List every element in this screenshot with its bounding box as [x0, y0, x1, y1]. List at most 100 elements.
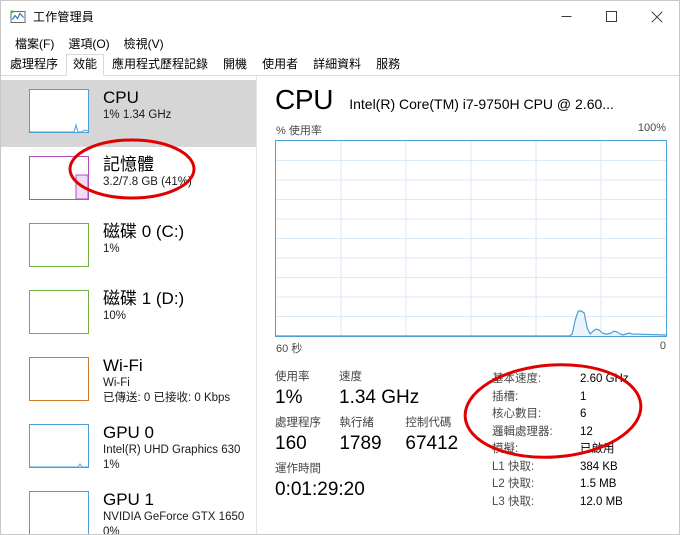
- sidebar-item-sub: 1%: [103, 243, 120, 255]
- stat-label: 速度: [339, 371, 362, 383]
- disk1-thumbnail: [29, 290, 89, 334]
- stat-value: 0:01:29:20: [275, 479, 365, 500]
- menu-item-options[interactable]: 選項(O): [62, 33, 117, 54]
- stats-row-1: 使用率 1% 速度 1.34 GHz: [275, 370, 480, 410]
- stat-value: 1789: [339, 433, 382, 454]
- maximize-button[interactable]: [589, 1, 634, 32]
- tab-app-history[interactable]: 應用程式歷程記錄: [105, 54, 215, 75]
- stat-utilization: 使用率 1%: [275, 370, 333, 410]
- sidebar-disk1-text: 磁碟 1 (D:) 10%: [103, 288, 184, 324]
- tab-bar: 處理程序 效能 應用程式歷程記錄 開機 使用者 詳細資料 服務: [1, 54, 679, 76]
- stats-row-3: 運作時間 0:01:29:20: [275, 462, 480, 502]
- spec-base-speed: 基本速度: 2.60 GHz: [492, 371, 667, 389]
- sidebar-item-memory[interactable]: 記憶體 3.2/7.8 GB (41%): [1, 147, 256, 214]
- graph-bottom-axis: 60 秒 0: [275, 340, 667, 356]
- window-title: 工作管理員: [33, 10, 95, 24]
- sidebar-item-label: GPU 0: [103, 423, 155, 442]
- graph-y-axis-max: 100%: [637, 122, 666, 134]
- spec-l3-cache: L3 快取: 12.0 MB: [492, 494, 667, 512]
- spec-value: 6: [580, 408, 587, 420]
- sidebar-item-label: 記憶體: [103, 155, 154, 174]
- sidebar-item-disk1[interactable]: 磁碟 1 (D:) 10%: [1, 281, 256, 348]
- graph-top-axis: % 使用率 100%: [275, 122, 667, 138]
- wifi-thumbnail: [29, 357, 89, 401]
- spec-key: 插槽:: [492, 390, 519, 403]
- spec-value: 2.60 GHz: [580, 373, 629, 385]
- stat-uptime: 運作時間 0:01:29:20: [275, 462, 365, 502]
- close-button[interactable]: [634, 1, 679, 32]
- spec-key: L2 快取:: [492, 478, 535, 490]
- menu-item-file[interactable]: 檔案(F): [9, 33, 62, 54]
- stats-area: 使用率 1% 速度 1.34 GHz 處理程序 160 執行緒 1789 控制代…: [275, 370, 667, 511]
- tab-processes[interactable]: 處理程序: [3, 54, 65, 75]
- sidebar-cpu-text: CPU 1% 1.34 GHz: [103, 87, 171, 123]
- menu-bar: 檔案(F) 選項(O) 檢視(V): [1, 32, 679, 54]
- cpu-spec-list: 基本速度: 2.60 GHz 插槽: 1 核心數目: 6 邏輯處理器: 12 模…: [480, 370, 667, 511]
- minimize-button[interactable]: [544, 1, 589, 32]
- resource-sidebar: CPU 1% 1.34 GHz 記憶體 3.2/7.8 GB (41%) 磁碟 …: [1, 76, 257, 534]
- cpu-usage-graph: [275, 140, 667, 337]
- tab-details[interactable]: 詳細資料: [306, 54, 368, 75]
- sidebar-item-gpu0[interactable]: GPU 0 Intel(R) UHD Graphics 630 1%: [1, 415, 256, 482]
- sidebar-gpu1-text: GPU 1 NVIDIA GeForce GTX 1650 0%: [103, 489, 244, 534]
- sidebar-item-sub: 1% 1.34 GHz: [103, 109, 172, 121]
- stat-label: 使用率: [275, 371, 310, 383]
- tab-users[interactable]: 使用者: [255, 54, 305, 75]
- tab-performance[interactable]: 效能: [66, 54, 105, 76]
- graph-x-axis-label: 60 秒: [276, 343, 303, 355]
- stat-label: 控制代碼: [405, 417, 452, 429]
- graph-y-axis-label: % 使用率: [276, 125, 322, 137]
- sidebar-disk0-text: 磁碟 0 (C:) 1%: [103, 221, 184, 257]
- tab-services[interactable]: 服務: [369, 54, 407, 75]
- stat-speed: 速度 1.34 GHz: [339, 370, 459, 410]
- stat-label: 執行緒: [339, 417, 374, 429]
- cpu-model-name: Intel(R) Core(TM) i7-9750H CPU @ 2.60...: [349, 96, 614, 112]
- stat-handles: 控制代碼 67412: [405, 416, 474, 456]
- menu-item-view[interactable]: 檢視(V): [118, 33, 172, 54]
- sidebar-item-sub2: 已傳送: 0 已接收: 0 Kbps: [103, 392, 231, 404]
- sidebar-item-sub: 3.2/7.8 GB (41%): [103, 176, 192, 188]
- sidebar-item-disk0[interactable]: 磁碟 0 (C:) 1%: [1, 214, 256, 281]
- spec-l2-cache: L2 快取: 1.5 MB: [492, 476, 667, 494]
- spec-value: 已啟用: [580, 443, 615, 455]
- spec-value: 12.0 MB: [580, 495, 623, 508]
- spec-key: 基本速度:: [492, 373, 542, 385]
- sidebar-item-sub2: 1%: [103, 459, 120, 471]
- spec-key: 模擬:: [492, 443, 519, 455]
- sidebar-item-sub: 10%: [103, 310, 127, 322]
- page-title: CPU: [275, 84, 334, 115]
- spec-sockets: 插槽: 1: [492, 389, 667, 407]
- sidebar-item-gpu1[interactable]: GPU 1 NVIDIA GeForce GTX 1650 0%: [1, 482, 256, 534]
- graph-x-axis-min: 0: [659, 340, 666, 352]
- stats-left-column: 使用率 1% 速度 1.34 GHz 處理程序 160 執行緒 1789 控制代…: [275, 370, 480, 511]
- gpu1-thumbnail: [29, 491, 89, 534]
- spec-key: 邏輯處理器:: [492, 425, 553, 438]
- spec-value: 1.5 MB: [580, 478, 617, 490]
- sidebar-memory-text: 記憶體 3.2/7.8 GB (41%): [103, 154, 192, 190]
- sidebar-item-cpu[interactable]: CPU 1% 1.34 GHz: [1, 80, 256, 147]
- spec-value: 384 KB: [580, 460, 618, 473]
- spec-key: L3 快取:: [492, 495, 535, 508]
- spec-value: 12: [580, 425, 593, 438]
- task-manager-icon: [10, 9, 26, 25]
- spec-logical-processors: 邏輯處理器: 12: [492, 424, 667, 442]
- window-controls: [544, 1, 679, 32]
- gpu0-thumbnail: [29, 424, 89, 468]
- stat-threads: 執行緒 1789: [339, 416, 399, 456]
- stat-value: 160: [275, 433, 307, 454]
- spec-key: L1 快取:: [492, 460, 535, 473]
- spec-cores: 核心數目: 6: [492, 406, 667, 424]
- spec-virtualization: 模擬: 已啟用: [492, 441, 667, 459]
- sidebar-item-wifi[interactable]: Wi-Fi Wi-Fi 已傳送: 0 已接收: 0 Kbps: [1, 348, 256, 415]
- stat-value: 67412: [405, 433, 459, 454]
- tab-startup[interactable]: 開機: [216, 54, 254, 75]
- content-area: CPU 1% 1.34 GHz 記憶體 3.2/7.8 GB (41%) 磁碟 …: [1, 76, 679, 534]
- stat-label: 處理程序: [275, 417, 321, 429]
- memory-thumbnail: [29, 156, 89, 200]
- spec-key: 核心數目:: [492, 408, 542, 420]
- disk0-thumbnail: [29, 223, 89, 267]
- stat-label: 運作時間: [275, 463, 321, 475]
- sidebar-wifi-text: Wi-Fi Wi-Fi 已傳送: 0 已接收: 0 Kbps: [103, 355, 230, 406]
- sidebar-item-label: 磁碟 1 (D:): [103, 289, 185, 308]
- cpu-usage-chart-svg: [276, 141, 666, 336]
